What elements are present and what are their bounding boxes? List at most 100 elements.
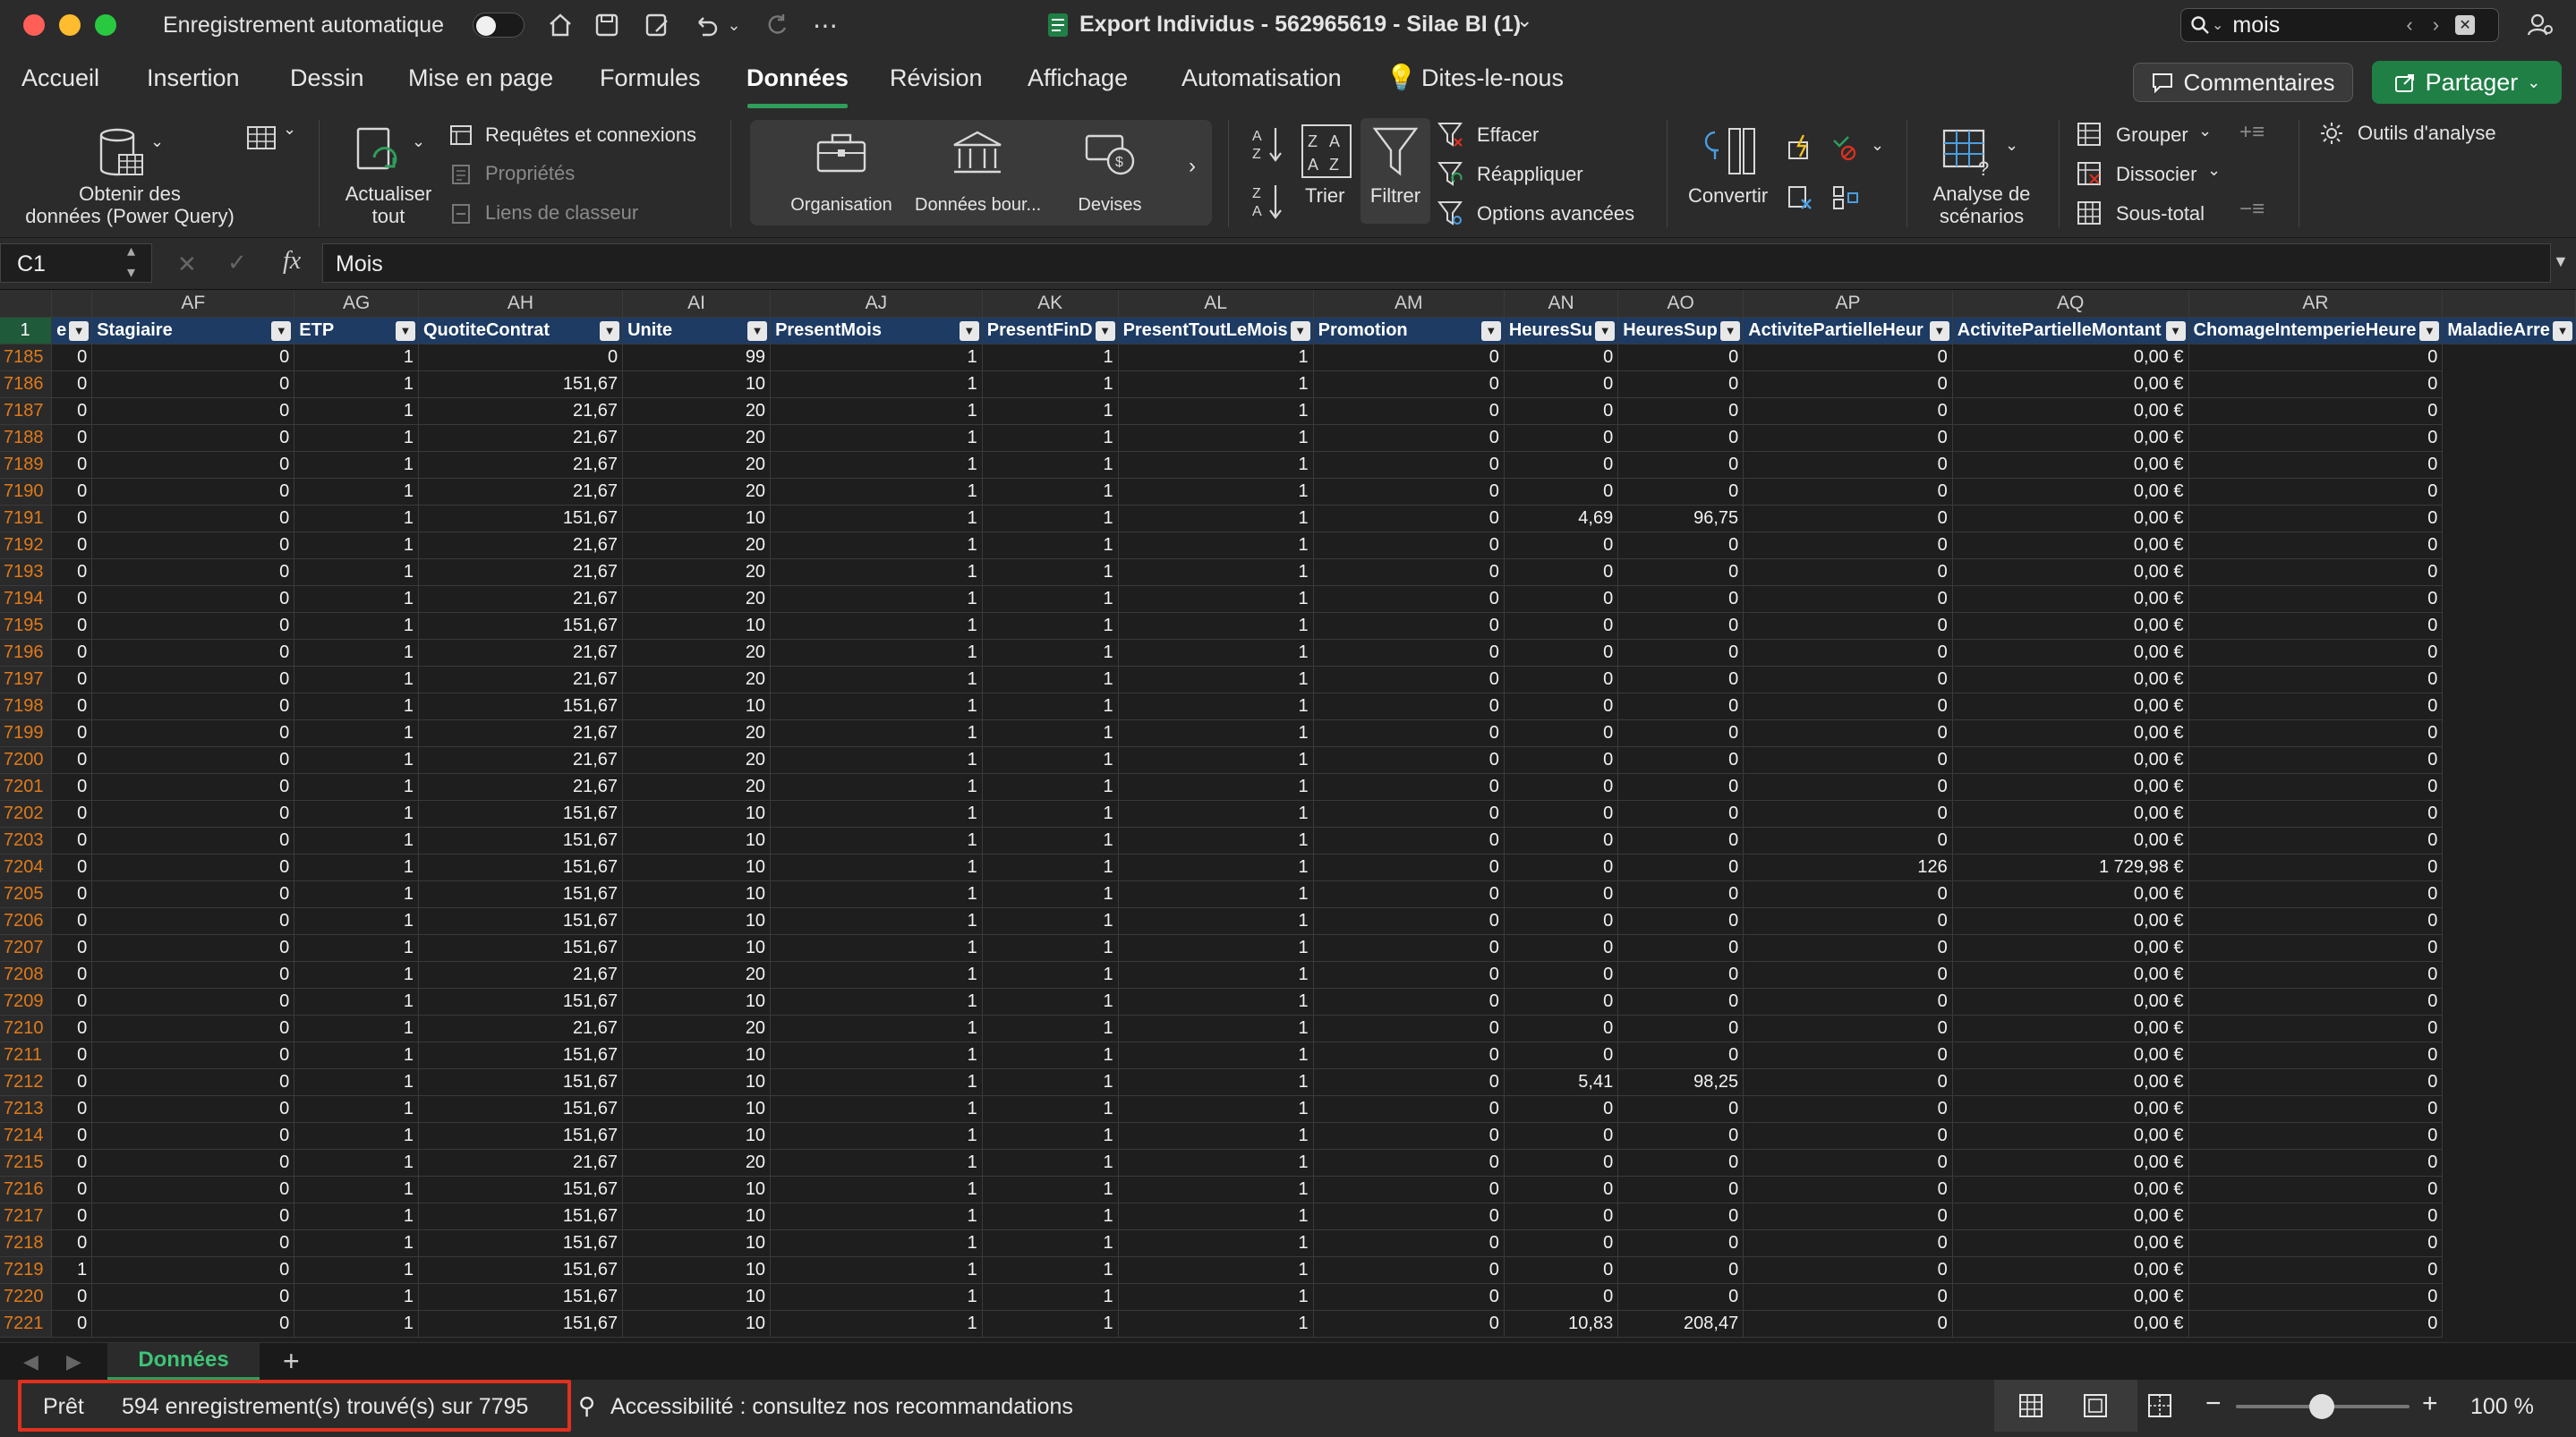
- table-cell[interactable]: 0: [1743, 1283, 1953, 1311]
- table-cell[interactable]: 0: [51, 1229, 93, 1257]
- column-header-ar[interactable]: AR: [2188, 290, 2444, 318]
- table-cell[interactable]: 1: [770, 907, 983, 935]
- table-cell[interactable]: 0,00 €: [1952, 558, 2189, 586]
- table-cell[interactable]: 1: [770, 988, 983, 1016]
- table-cell[interactable]: 0: [1743, 639, 1953, 667]
- row-header[interactable]: 7187: [0, 397, 53, 425]
- table-cell[interactable]: 0: [1504, 397, 1619, 425]
- row-header[interactable]: 7197: [0, 666, 53, 693]
- table-cell[interactable]: 1: [1118, 666, 1314, 693]
- table-cell[interactable]: 1: [294, 1203, 419, 1230]
- table-cell[interactable]: 0: [1504, 746, 1619, 774]
- table-cell[interactable]: 0: [1743, 1310, 1953, 1338]
- table-cell[interactable]: 0: [1743, 1203, 1953, 1230]
- table-cell[interactable]: 151,67: [418, 800, 624, 828]
- table-cell[interactable]: 1: [294, 1149, 419, 1177]
- advanced-options-button[interactable]: Options avancées: [1477, 202, 1634, 225]
- table-cell[interactable]: 0,00 €: [1952, 612, 2189, 640]
- table-cell[interactable]: 1: [982, 639, 1119, 667]
- row-header[interactable]: 7186: [0, 370, 53, 398]
- table-cell[interactable]: 0: [1313, 1310, 1505, 1338]
- table-cell[interactable]: 0: [1617, 424, 1744, 452]
- table-cell[interactable]: 1: [1118, 1042, 1314, 1069]
- page-break-view-icon[interactable]: [2146, 1392, 2173, 1424]
- table-cell[interactable]: 0: [51, 1283, 93, 1311]
- tab-dessin[interactable]: Dessin: [290, 64, 364, 92]
- table-cell[interactable]: 21,67: [418, 585, 624, 613]
- table-cell[interactable]: 0: [91, 1203, 295, 1230]
- table-cell[interactable]: 0: [51, 693, 93, 720]
- table-cell[interactable]: 1: [982, 961, 1119, 989]
- table-cell[interactable]: 0,00 €: [1952, 719, 2189, 747]
- table-cell[interactable]: 0,00 €: [1952, 1149, 2189, 1177]
- table-cell[interactable]: 0: [1743, 1042, 1953, 1069]
- table-cell[interactable]: 0: [91, 1015, 295, 1042]
- table-cell[interactable]: 0: [91, 961, 295, 989]
- table-cell[interactable]: 1: [294, 827, 419, 855]
- table-cell[interactable]: 0: [1504, 1042, 1619, 1069]
- table-cell[interactable]: 0: [51, 1015, 93, 1042]
- table-cell[interactable]: 1: [1118, 397, 1314, 425]
- table-cell[interactable]: 1: [1118, 370, 1314, 398]
- table-cell[interactable]: 20: [622, 1149, 772, 1177]
- table-cell[interactable]: 0: [51, 880, 93, 908]
- table-cell[interactable]: 151,67: [418, 1203, 624, 1230]
- table-cell[interactable]: 0: [1504, 1149, 1619, 1177]
- table-cell[interactable]: 0: [91, 1042, 295, 1069]
- table-cell[interactable]: 0: [51, 344, 93, 371]
- table-cell[interactable]: 10: [622, 1310, 772, 1338]
- table-cell[interactable]: 0: [91, 1176, 295, 1203]
- table-cell[interactable]: 0: [1617, 934, 1744, 962]
- sort-ascending-icon[interactable]: AZ: [1248, 123, 1289, 165]
- table-cell[interactable]: 10: [622, 1176, 772, 1203]
- table-cell[interactable]: 0: [1617, 639, 1744, 667]
- table-column-header[interactable]: PresentToutLeMois ▼: [1118, 317, 1314, 344]
- table-cell[interactable]: 1: [294, 719, 419, 747]
- table-cell[interactable]: 0,00 €: [1952, 478, 2189, 506]
- table-cell[interactable]: 0: [1504, 880, 1619, 908]
- table-cell[interactable]: 0: [1617, 854, 1744, 881]
- table-cell[interactable]: 5,41: [1504, 1068, 1619, 1096]
- table-cell[interactable]: 1: [982, 558, 1119, 586]
- table-cell[interactable]: 10: [622, 1229, 772, 1257]
- table-column-header[interactable]: ETP ▼: [294, 317, 419, 344]
- table-cell[interactable]: 1: [294, 1229, 419, 1257]
- table-cell[interactable]: 151,67: [418, 1229, 624, 1257]
- autosave-toggle[interactable]: [473, 13, 525, 38]
- table-cell[interactable]: 0: [51, 1203, 93, 1230]
- table-cell[interactable]: 10: [622, 1042, 772, 1069]
- table-cell[interactable]: 1: [294, 585, 419, 613]
- table-cell[interactable]: 0: [1504, 344, 1619, 371]
- table-cell[interactable]: 0: [1313, 505, 1505, 532]
- table-cell[interactable]: 0: [1313, 1203, 1505, 1230]
- table-cell[interactable]: 1: [770, 800, 983, 828]
- table-cell[interactable]: 21,67: [418, 1149, 624, 1177]
- filter-dropdown-icon[interactable]: ▼: [1595, 320, 1616, 341]
- table-cell[interactable]: 1: [982, 1176, 1119, 1203]
- table-cell[interactable]: 151,67: [418, 1283, 624, 1311]
- accessibility-icon[interactable]: ⚲: [578, 1392, 595, 1420]
- table-cell[interactable]: 0: [1504, 1095, 1619, 1123]
- column-header-ah[interactable]: AH: [418, 290, 624, 318]
- row-header[interactable]: 7191: [0, 505, 53, 532]
- table-cell[interactable]: 151,67: [418, 934, 624, 962]
- column-header-ak[interactable]: AK: [982, 290, 1119, 318]
- currency-icon[interactable]: $: [1081, 127, 1139, 179]
- tab-accueil[interactable]: Accueil: [21, 64, 99, 92]
- row-header[interactable]: 7217: [0, 1203, 53, 1230]
- table-cell[interactable]: 0: [1617, 1256, 1744, 1284]
- table-cell[interactable]: 0: [1743, 424, 1953, 452]
- row-header[interactable]: 7204: [0, 854, 53, 881]
- table-cell[interactable]: 151,67: [418, 988, 624, 1016]
- table-cell[interactable]: 0: [1313, 961, 1505, 989]
- table-cell[interactable]: 0,00 €: [1952, 370, 2189, 398]
- normal-view-icon[interactable]: [2017, 1392, 2044, 1424]
- table-cell[interactable]: 0: [91, 934, 295, 962]
- table-cell[interactable]: 0: [91, 505, 295, 532]
- row-header[interactable]: 7215: [0, 1149, 53, 1177]
- page-layout-view-icon[interactable]: [2082, 1392, 2109, 1424]
- filter-dropdown-icon[interactable]: ▼: [1095, 320, 1115, 341]
- table-column-header[interactable]: Unite ▼: [622, 317, 772, 344]
- table-cell[interactable]: 0: [1743, 773, 1953, 801]
- table-cell[interactable]: 0: [1313, 1042, 1505, 1069]
